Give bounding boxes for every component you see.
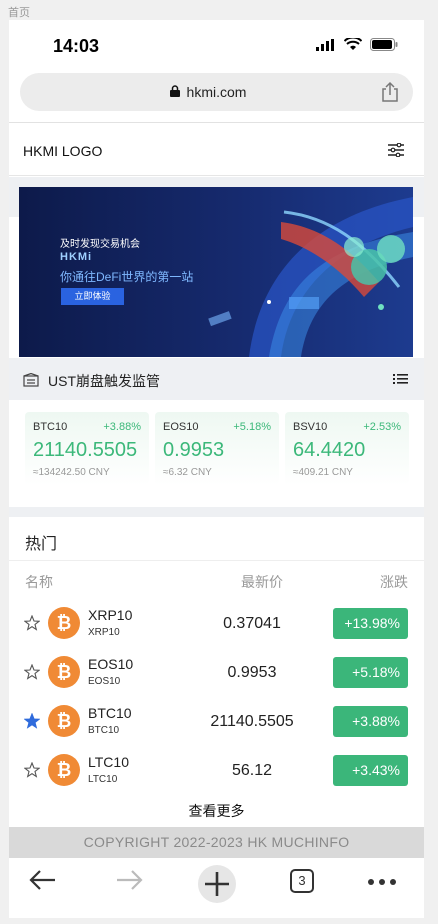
ticker-cards: BTC10 +3.88% 21140.5505 ≈134242.50 CNY E…: [9, 400, 424, 506]
bitcoin-icon: ₿: [48, 754, 80, 786]
row-symbol: LTC10: [88, 754, 129, 770]
ticker-cny: ≈409.21 CNY: [293, 467, 353, 478]
row-price: 21140.5505: [210, 713, 294, 730]
ticker-card[interactable]: BTC10 +3.88% 21140.5505 ≈134242.50 CNY: [25, 412, 149, 485]
bitcoin-icon: ₿: [48, 607, 80, 639]
notice-icon: [23, 373, 39, 387]
copyright-footer: COPYRIGHT 2022-2023 HK MUCHINFO: [9, 827, 424, 858]
signal-icon: [316, 38, 334, 51]
more-icon[interactable]: [367, 878, 397, 886]
market-row[interactable]: ₿ EOS10 EOS10 0.9953 +5.18%: [9, 649, 424, 698]
site-header: HKMI LOGO: [9, 123, 424, 176]
filter-icon[interactable]: [388, 143, 404, 157]
battery-icon: [370, 38, 398, 51]
view-more-link[interactable]: 查看更多: [9, 801, 424, 821]
row-price: 0.37041: [223, 615, 281, 632]
banner-slogan: 你通往DeFi世界的第一站: [60, 270, 194, 284]
banner-cta-button[interactable]: 立即体验: [61, 288, 124, 305]
ticker-price: 21140.5505: [33, 439, 138, 461]
column-header-name: 名称: [25, 574, 53, 590]
status-icons: [316, 38, 398, 51]
row-subsymbol: XRP10: [88, 627, 120, 638]
ticker-cny: ≈134242.50 CNY: [33, 467, 110, 478]
row-price: 56.12: [231, 762, 273, 779]
ticker-change: +2.53%: [363, 421, 401, 433]
column-header-change: 涨跌: [380, 574, 408, 590]
page-label: 首页: [8, 7, 30, 19]
browser-toolbar: 3: [9, 858, 424, 918]
list-icon[interactable]: [393, 373, 408, 385]
hot-section-title: 热门: [25, 536, 58, 553]
column-header-price: 最新价: [241, 574, 283, 590]
market-row[interactable]: ₿ LTC10 LTC10 56.12 +3.43%: [9, 747, 424, 796]
banner-line1: 及时发现交易机会: [60, 239, 140, 250]
phone-screen: 14:03 hkmi.com HKMI LOGO 及时发现交易机会 HKMi 你…: [9, 20, 424, 918]
site-logo[interactable]: HKMI LOGO: [23, 143, 102, 159]
forward-icon[interactable]: [115, 868, 143, 892]
row-symbol: XRP10: [88, 607, 133, 623]
star-filled-icon[interactable]: [24, 713, 40, 729]
star-icon[interactable]: [24, 664, 40, 680]
row-symbol: EOS10: [88, 656, 134, 672]
promo-banner[interactable]: 及时发现交易机会 HKMi 你通往DeFi世界的第一站 立即体验: [19, 187, 413, 357]
market-row[interactable]: ₿ BTC10 BTC10 21140.5505 +3.88%: [9, 698, 424, 747]
tabs-icon[interactable]: 3: [290, 869, 314, 893]
row-change-badge[interactable]: +3.43%: [333, 755, 408, 786]
row-symbol: BTC10: [88, 705, 132, 721]
row-price: 0.9953: [227, 664, 277, 681]
ticker-price: 0.9953: [163, 439, 225, 461]
notice-bar[interactable]: UST崩盘触发监管: [9, 358, 424, 400]
star-icon[interactable]: [24, 615, 40, 631]
back-icon[interactable]: [29, 868, 57, 892]
wifi-icon: [344, 38, 362, 50]
status-time: 14:03: [53, 36, 100, 56]
share-icon[interactable]: [381, 81, 399, 103]
row-change-badge[interactable]: +3.88%: [333, 706, 408, 737]
row-change-badge[interactable]: +5.18%: [333, 657, 408, 688]
ticker-name: BTC10: [33, 421, 68, 433]
status-bar: 14:03: [9, 20, 424, 72]
row-subsymbol: LTC10: [88, 774, 118, 785]
address-bar[interactable]: hkmi.com: [20, 73, 413, 111]
ticker-change: +3.88%: [103, 421, 141, 433]
ticker-card[interactable]: EOS10 +5.18% 0.9953 ≈6.32 CNY: [155, 412, 279, 485]
ticker-change: +5.18%: [233, 421, 271, 433]
ticker-name: BSV10: [293, 421, 328, 433]
row-subsymbol: EOS10: [88, 676, 121, 687]
banner-logo: HKMi: [60, 251, 93, 263]
notice-text[interactable]: UST崩盘触发监管: [48, 371, 160, 391]
row-subsymbol: BTC10: [88, 725, 120, 736]
ticker-cny: ≈6.32 CNY: [163, 467, 212, 478]
bitcoin-icon: ₿: [48, 656, 80, 688]
ticker-card[interactable]: BSV10 +2.53% 64.4420 ≈409.21 CNY: [285, 412, 409, 485]
url-text[interactable]: hkmi.com: [20, 84, 413, 100]
hot-title-divider: [9, 560, 424, 561]
star-icon[interactable]: [24, 762, 40, 778]
ticker-name: EOS10: [163, 421, 199, 433]
row-change-badge[interactable]: +13.98%: [333, 608, 408, 639]
new-tab-icon[interactable]: [197, 864, 237, 904]
market-row[interactable]: ₿ XRP10 XRP10 0.37041 +13.98%: [9, 600, 424, 649]
section-separator: [9, 507, 424, 517]
bitcoin-icon: ₿: [48, 705, 80, 737]
ticker-price: 64.4420: [293, 439, 366, 461]
